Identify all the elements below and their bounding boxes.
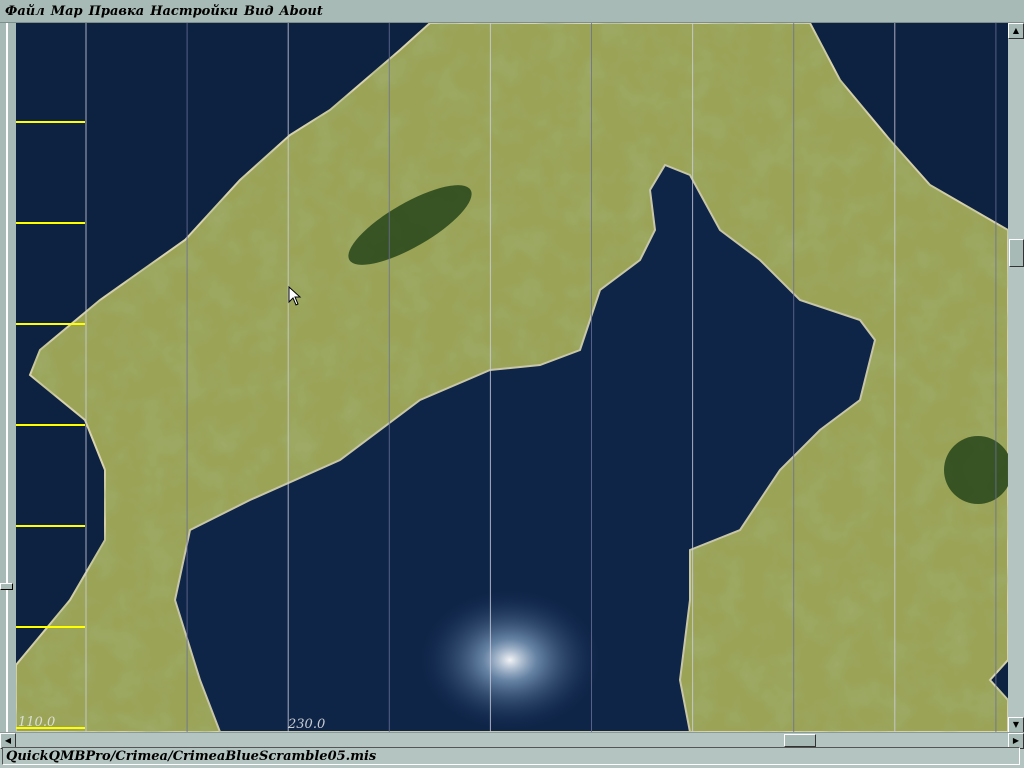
axis-label-230: 230.0 [288,717,326,732]
axis-label-110: 110.0 [18,715,56,730]
zoom-slider[interactable] [0,23,16,733]
menu-view[interactable]: Вид [244,4,273,19]
menu-about[interactable]: About [280,4,323,19]
status-bar-path: QuickQMBPro/Crimea/CrimeaBlueScramble05.… [2,747,1020,765]
glare [420,590,600,730]
scroll-up-icon[interactable]: ▲ [1008,23,1024,39]
map-canvas [16,23,1008,732]
zoom-slider-track [6,23,8,733]
menu-settings[interactable]: Настройки [150,4,238,19]
mouse-cursor-icon [288,286,302,306]
menu-bar: Файл Map Правка Настройки Вид About [0,0,1024,23]
vertical-scrollbar[interactable]: ▲ ▼ [1008,23,1024,733]
menu-edit[interactable]: Правка [89,4,145,19]
horizontal-scroll-thumb[interactable] [784,734,816,747]
scroll-down-icon[interactable]: ▼ [1008,717,1024,733]
menu-map[interactable]: Map [51,4,83,19]
vertical-scroll-thumb[interactable] [1009,239,1024,267]
zoom-slider-thumb[interactable] [0,583,13,590]
menu-file[interactable]: Файл [5,4,45,19]
horizontal-scrollbar[interactable]: ◀ ▶ [0,732,1024,749]
map-view[interactable]: 110.0 230.0 [16,23,1008,732]
